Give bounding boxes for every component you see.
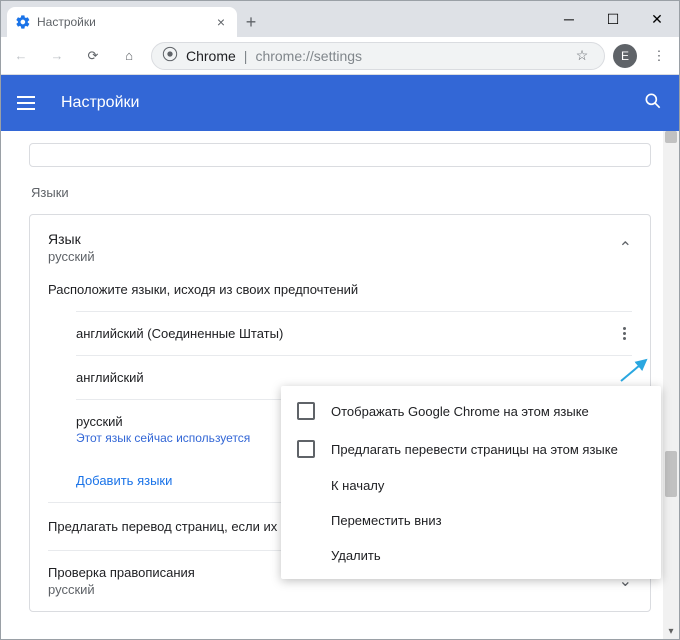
language-hint: Расположите языки, исходя из своих предп…: [48, 282, 632, 297]
settings-title: Настройки: [61, 94, 623, 112]
url-sep: |: [244, 48, 248, 64]
scroll-thumb[interactable]: [665, 131, 677, 143]
menu-label: Отображать Google Chrome на этом языке: [331, 404, 589, 419]
menu-offer-translate[interactable]: Предлагать перевести страницы на этом яз…: [281, 430, 661, 468]
scroll-down-icon[interactable]: ▾: [663, 623, 679, 639]
url-label: Chrome: [186, 48, 236, 64]
row-menu-button[interactable]: [616, 327, 632, 340]
settings-header: Настройки: [1, 75, 679, 131]
bookmark-icon[interactable]: ☆: [570, 47, 594, 64]
forward-button[interactable]: →: [43, 42, 71, 70]
url-path: chrome://settings: [255, 48, 362, 64]
hamburger-icon[interactable]: [17, 91, 41, 115]
minimize-button[interactable]: ─: [547, 1, 591, 37]
checkbox-icon[interactable]: [297, 440, 315, 458]
scroll-thumb[interactable]: [665, 451, 677, 497]
menu-move-top[interactable]: К началу: [281, 468, 661, 503]
window-controls: ─ ☐ ✕: [547, 1, 679, 37]
menu-label: Удалить: [331, 548, 381, 563]
reload-button[interactable]: ⟳: [79, 42, 107, 70]
profile-avatar[interactable]: E: [613, 44, 637, 68]
back-button[interactable]: ←: [7, 42, 35, 70]
browser-window: Настройки × + ─ ☐ ✕ ← → ⟳ ⌂ Chrome | chr…: [0, 0, 680, 640]
language-row: английский (Соединенные Штаты): [76, 311, 632, 355]
menu-label: К началу: [331, 478, 384, 493]
language-heading: Язык: [48, 231, 95, 247]
menu-move-down[interactable]: Переместить вниз: [281, 503, 661, 538]
settings-content: ▴ ▾ Языки Язык русский ⌃ Расположите язы…: [1, 131, 679, 639]
section-label-languages: Языки: [31, 185, 651, 200]
language-name: английский: [76, 370, 144, 385]
menu-label: Переместить вниз: [331, 513, 442, 528]
spellcheck-title: Проверка правописания: [48, 565, 195, 580]
close-window-button[interactable]: ✕: [635, 1, 679, 37]
checkbox-icon[interactable]: [297, 402, 315, 420]
spellcheck-sub: русский: [48, 582, 195, 597]
menu-label: Предлагать перевести страницы на этом яз…: [331, 442, 618, 457]
chrome-logo-icon: [162, 46, 178, 65]
new-tab-button[interactable]: +: [237, 7, 265, 37]
maximize-button[interactable]: ☐: [591, 1, 635, 37]
menu-display-chrome[interactable]: Отображать Google Chrome на этом языке: [281, 392, 661, 430]
browser-menu-button[interactable]: ⋮: [645, 42, 673, 70]
close-tab-icon[interactable]: ×: [213, 14, 229, 30]
scrollbar-track[interactable]: ▴ ▾: [663, 131, 679, 639]
language-context-menu: Отображать Google Chrome на этом языке П…: [281, 386, 661, 579]
search-icon[interactable]: [643, 91, 663, 116]
gear-icon: [15, 14, 31, 30]
menu-delete[interactable]: Удалить: [281, 538, 661, 573]
previous-card-edge: [29, 143, 651, 167]
browser-toolbar: ← → ⟳ ⌂ Chrome | chrome://settings ☆ E ⋮: [1, 37, 679, 75]
language-expand-row[interactable]: Язык русский ⌃: [48, 231, 632, 264]
home-button[interactable]: ⌂: [115, 42, 143, 70]
address-bar[interactable]: Chrome | chrome://settings ☆: [151, 42, 605, 70]
titlebar: Настройки × + ─ ☐ ✕: [1, 1, 679, 37]
tab-title: Настройки: [37, 15, 207, 29]
language-name: английский (Соединенные Штаты): [76, 326, 283, 341]
browser-tab[interactable]: Настройки ×: [7, 7, 237, 37]
language-current: русский: [48, 249, 95, 264]
chevron-up-icon: ⌃: [619, 238, 632, 258]
